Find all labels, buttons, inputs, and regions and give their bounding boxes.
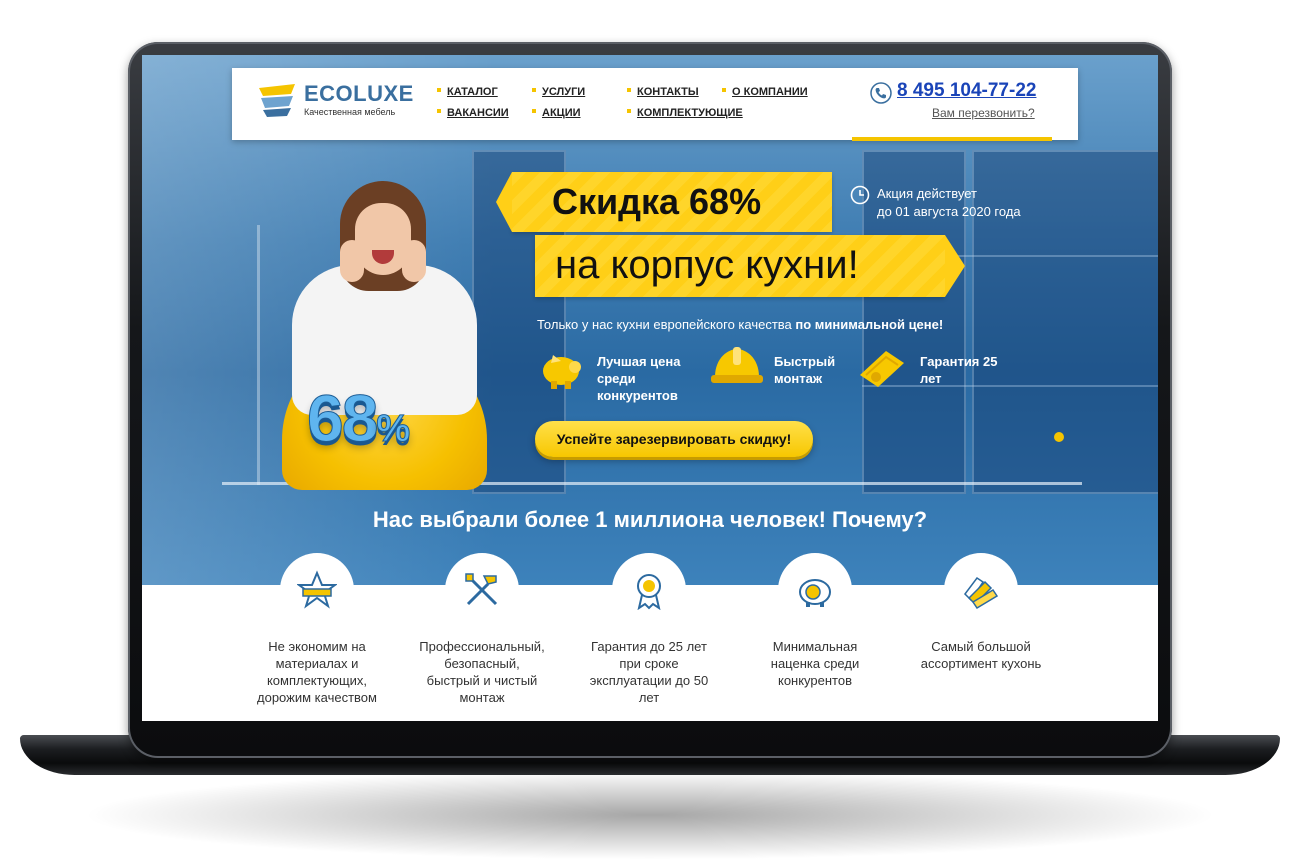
promo-headline: Скидка 68% (552, 181, 762, 222)
why-item-line: быстрый и чистый (426, 673, 538, 688)
promo-description-text: Только у нас кухни европейского качества (537, 317, 796, 332)
why-item-line: Самый большой (931, 639, 1031, 654)
nav-services[interactable]: УСЛУГИ (532, 86, 585, 98)
promo-deadline-line1: Акция действует (877, 186, 977, 201)
woman-hand-left (340, 240, 364, 282)
promo-deadline-line2: до 01 августа 2020 года (877, 204, 1021, 219)
site-header: ECOLUXE Качественная мебель КАТАЛОГ УСЛУ… (232, 68, 1078, 141)
why-item-line: комплектующих, (266, 673, 368, 688)
why-item-warranty: Гарантия до 25 лет при сроке эксплуатаци… (574, 638, 724, 706)
why-item-line: Гарантия до 25 лет (591, 639, 707, 654)
tools-icon (465, 573, 498, 606)
why-item-line: при сроке (619, 656, 679, 671)
floor-lamp (257, 225, 260, 485)
phone-number[interactable]: 8 495 104-77-22 (897, 80, 1036, 102)
header-accent-line (852, 137, 1052, 141)
slider-dot[interactable] (1054, 432, 1064, 442)
brand-tagline: Качественная мебель (304, 107, 396, 117)
discount-badge-percent: % (376, 408, 411, 451)
nav-about[interactable]: О КОМПАНИИ (722, 86, 808, 98)
why-item-line: безопасный, (444, 656, 520, 671)
hero-feature-line: конкурентов (597, 388, 678, 403)
color-swatches-icon (964, 576, 999, 610)
why-item-line: лет (638, 690, 660, 705)
why-item-line: Минимальная (772, 639, 858, 654)
discount-badge: 68% (306, 380, 411, 456)
why-item-circle (445, 553, 519, 627)
why-item-line: дорожим качеством (257, 690, 377, 705)
nav-components[interactable]: КОМПЛЕКТУЮЩИЕ (627, 107, 743, 119)
clock-icon (850, 185, 870, 205)
hero-feature-warranty: Гарантия 25 лет (920, 353, 997, 387)
phone-icon (870, 82, 892, 104)
why-us-title: Нас выбрали более 1 миллиона человек! По… (372, 507, 928, 532)
why-item-line: монтаж (459, 690, 505, 705)
medal-icon (637, 574, 661, 610)
promo-description-bold: по минимальной цене! (795, 317, 944, 332)
piggy-coin-icon (799, 579, 831, 607)
woman-hand-right (402, 240, 426, 282)
star-icon (297, 570, 337, 609)
hero-feature-best-price: Лучшая цена среди конкурентов (597, 353, 680, 404)
why-item-line: конкурентов (777, 673, 852, 688)
nav-vacancies[interactable]: ВАКАНСИИ (437, 107, 509, 119)
why-item-circle (280, 553, 354, 627)
why-item-markup: Минимальная наценка среди конкурентов (740, 638, 890, 689)
hero-feature-line: Быстрый (774, 354, 836, 369)
promo-description: Только у нас кухни европейского качества… (537, 317, 943, 332)
why-item-line: Профессиональный, (419, 639, 545, 654)
logo-icon[interactable] (257, 82, 297, 118)
website-screen: ECOLUXE Качественная мебель КАТАЛОГ УСЛУ… (142, 55, 1158, 721)
why-item-line: ассортимент кухонь (920, 656, 1042, 671)
hero-feature-line: Лучшая цена (597, 354, 681, 369)
hero-feature-line: лет (920, 371, 942, 386)
piggy-bank-icon (543, 355, 581, 389)
hero-feature-fast-install: Быстрый монтаж (774, 353, 835, 387)
hard-hat-icon (711, 347, 763, 383)
why-item-line: Не экономим на (268, 639, 366, 654)
why-item-quality: Не экономим на материалах и комплектующи… (242, 638, 392, 706)
reserve-discount-button[interactable]: Успейте зарезервировать скидку! (535, 421, 813, 457)
why-item-line: материалах и (275, 656, 359, 671)
why-item-circle (612, 553, 686, 627)
laptop-shadow (80, 770, 1220, 860)
hero-feature-line: Гарантия 25 (920, 354, 998, 369)
promo-deadline: Акция действует до 01 августа 2020 года (877, 185, 1021, 221)
nav-catalog[interactable]: КАТАЛОГ (437, 86, 498, 98)
discount-badge-number: 68 (306, 381, 378, 456)
why-item-assortment: Самый большой ассортимент кухонь (906, 638, 1056, 672)
hero-feature-line: среди (597, 371, 636, 386)
why-item-line: наценка среди (770, 656, 860, 671)
promo-subheadline: на корпус кухни! (555, 243, 859, 287)
brand-name[interactable]: ECOLUXE (304, 81, 414, 107)
nav-promotions[interactable]: АКЦИИ (532, 107, 581, 119)
why-item-circle (944, 553, 1018, 627)
callback-link[interactable]: Вам перезвонить? (932, 106, 1035, 120)
why-item-line: эксплуатации до 50 (589, 673, 709, 688)
why-item-circle (778, 553, 852, 627)
nav-contacts[interactable]: КОНТАКТЫ (627, 86, 699, 98)
hero-feature-line: монтаж (774, 371, 823, 386)
certificate-icon (860, 351, 904, 387)
why-item-installation: Профессиональный, безопасный, быстрый и … (407, 638, 557, 706)
